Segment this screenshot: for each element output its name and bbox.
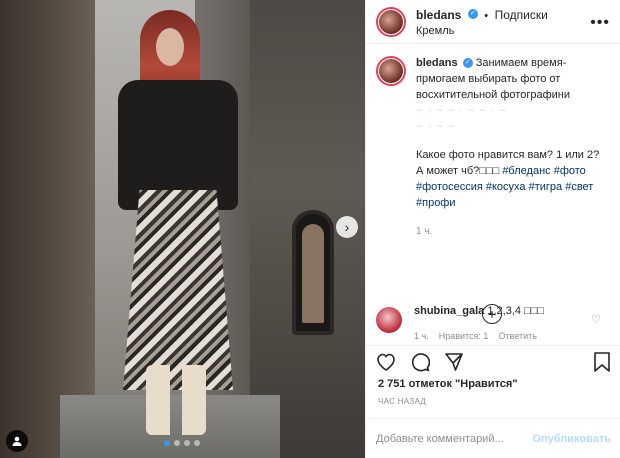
follow-button[interactable]: Подписки	[495, 8, 548, 22]
hashtag-link[interactable]: #бледанс	[502, 165, 550, 177]
publish-button[interactable]: Опубликовать	[532, 433, 611, 445]
caption-line: прмогаем выбирать фото от	[416, 72, 561, 85]
hashtag-link[interactable]: #фотосессия	[416, 181, 483, 193]
verified-icon: ✓	[467, 9, 478, 20]
caption-emoji: □□□	[479, 164, 500, 177]
hashtag-link[interactable]: #фото	[554, 165, 586, 177]
comment-likes-link[interactable]: Нравится: 1	[439, 331, 489, 341]
figure-boots	[146, 365, 206, 435]
carousel-dot	[174, 440, 180, 446]
comments-area: bledans ✓ Занимаем время- прмогаем выбир…	[366, 44, 620, 344]
hashtag-link[interactable]: #тигра	[529, 181, 563, 193]
comment-item: shubina_gala 1,2,3,4 □□□ 1 ч. Нравится: …	[376, 305, 611, 341]
header-username[interactable]: bledans	[416, 8, 461, 22]
caption: bledans ✓ Занимаем время- прмогаем выбир…	[376, 56, 610, 240]
caption-line: А может чб?	[416, 164, 480, 177]
hashtag-link[interactable]: #свет	[565, 181, 593, 193]
post-photo[interactable]: ›	[0, 0, 365, 458]
photo-figure	[118, 10, 238, 440]
verified-icon: ✓	[462, 58, 473, 69]
header-separator: •	[484, 9, 489, 22]
hashtag-link[interactable]: #косуха	[486, 181, 526, 193]
carousel-dot	[194, 440, 200, 446]
comment-time: 1 ч.	[414, 331, 429, 341]
caption-time: 1 ч.	[416, 226, 433, 238]
action-bar	[366, 345, 620, 375]
comment-text: 1,2,3,4 □□□	[487, 305, 544, 317]
likes-count[interactable]: 2 751 отметок "Нравится"	[378, 378, 518, 390]
caption-line: Занимаем время-	[475, 57, 567, 69]
photo-mirror	[292, 210, 334, 335]
figure-dress	[123, 190, 233, 390]
caption-line: Какое фото нравится вам? 1 или 2?	[416, 148, 600, 161]
carousel-next-button[interactable]: ›	[336, 216, 358, 238]
share-icon[interactable]	[444, 352, 464, 375]
more-options-icon[interactable]: •••	[590, 14, 610, 32]
bookmark-icon[interactable]	[593, 352, 611, 377]
avatar[interactable]	[376, 6, 406, 37]
chevron-right-icon: ›	[344, 219, 350, 235]
caption-username[interactable]: bledans	[416, 57, 458, 69]
comment-input[interactable]	[376, 432, 533, 445]
heart-icon[interactable]: ♡	[591, 313, 601, 326]
caption-blurred: ~ · ~ ~	[416, 120, 456, 133]
location-link[interactable]: Кремль	[416, 25, 548, 39]
carousel-dot	[164, 440, 170, 446]
avatar[interactable]	[376, 56, 406, 86]
comment-icon[interactable]	[410, 352, 431, 375]
comment-username[interactable]: shubina_gala	[414, 305, 484, 317]
hashtag-link[interactable]: #профи	[416, 197, 456, 209]
post-header: bledans ✓ • Подписки Кремль •••	[366, 0, 620, 44]
add-comment-bar: Опубликовать	[366, 418, 620, 458]
caption-line: восхитительной фотографини	[416, 88, 570, 101]
caption-blurred: ~ · ~ ~ · ~ ~ · ~	[416, 104, 507, 117]
post-timestamp: ЧАС НАЗАД	[378, 397, 427, 406]
carousel-dots	[164, 440, 200, 446]
carousel-dot	[184, 440, 190, 446]
avatar[interactable]	[376, 307, 402, 333]
figure-face	[156, 28, 184, 66]
user-tag-icon[interactable]	[6, 430, 28, 452]
heart-icon[interactable]	[376, 353, 396, 374]
comment-reply-button[interactable]: Ответить	[498, 331, 536, 341]
post-sidebar: bledans ✓ • Подписки Кремль ••• bledans …	[365, 0, 620, 458]
